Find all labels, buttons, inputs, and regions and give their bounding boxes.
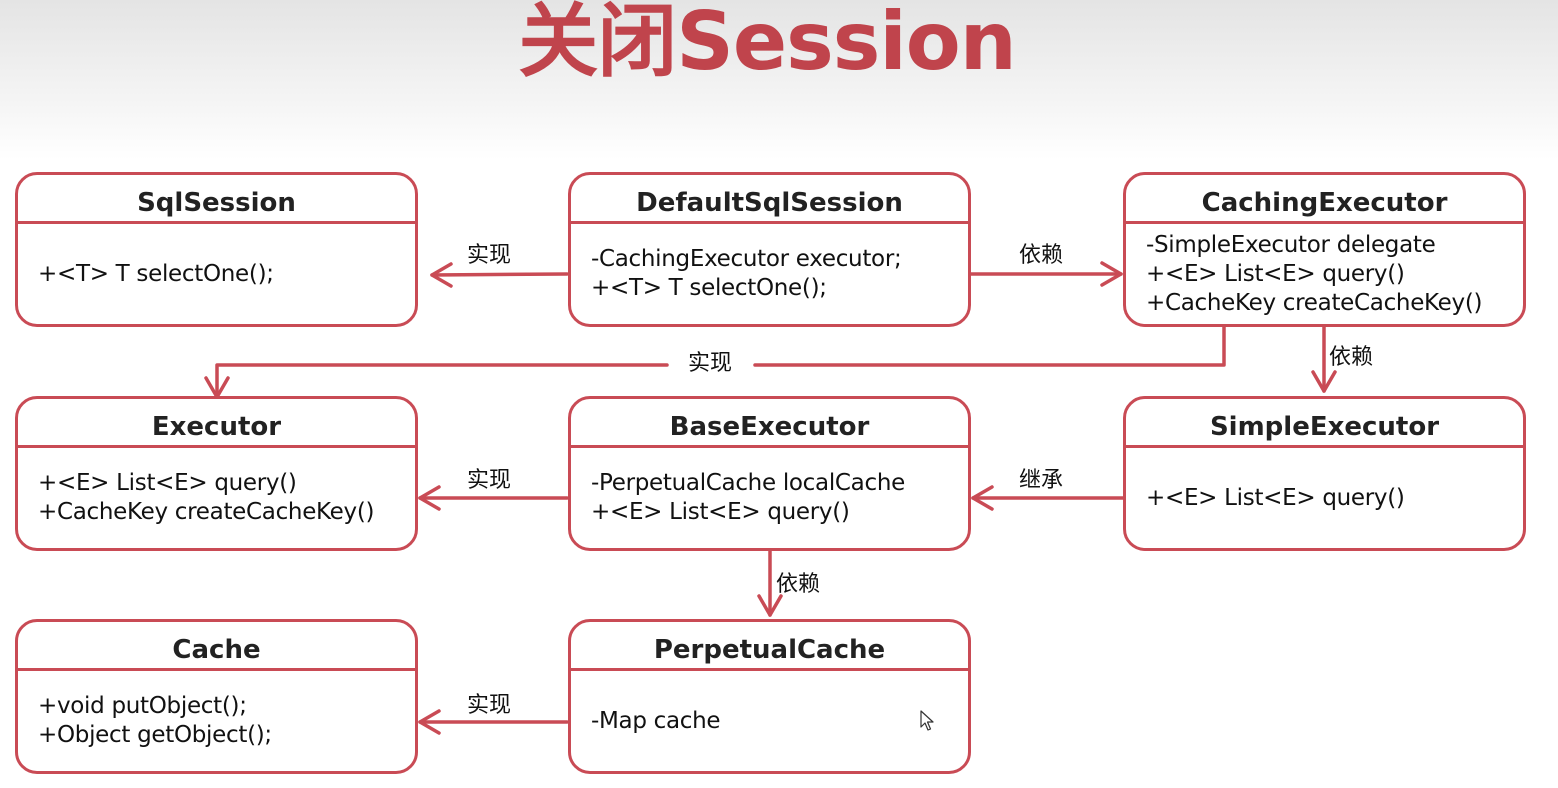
class-members: -PerpetualCache localCache +<E> List<E> … (591, 448, 960, 548)
class-name: SqlSession (18, 175, 415, 224)
class-box-perpetualcache: PerpetualCache -Map cache (568, 619, 971, 774)
relation-label: 实现 (688, 351, 733, 376)
class-name: CachingExecutor (1126, 175, 1523, 224)
class-members: +<E> List<E> query() (1146, 448, 1515, 548)
member: +<E> List<E> query() (1146, 260, 1405, 287)
class-members: +<T> T selectOne(); (38, 224, 407, 324)
class-name: Cache (18, 622, 415, 671)
class-name: BaseExecutor (571, 399, 968, 448)
class-name: DefaultSqlSession (571, 175, 968, 224)
relation-label: 依赖 (776, 572, 821, 597)
member: +<T> T selectOne(); (38, 260, 274, 287)
class-box-sqlsession: SqlSession +<T> T selectOne(); (15, 172, 418, 327)
class-box-baseexecutor: BaseExecutor -PerpetualCache localCache … (568, 396, 971, 551)
class-members: -SimpleExecutor delegate +<E> List<E> qu… (1146, 224, 1515, 324)
member: +CacheKey createCacheKey() (38, 499, 375, 525)
class-box-executor: Executor +<E> List<E> query() +CacheKey … (15, 396, 418, 551)
member: +CacheKey createCacheKey() (1146, 289, 1483, 316)
member: -CachingExecutor executor; (591, 246, 902, 272)
class-box-cache: Cache +void putObject(); +Object getObje… (15, 619, 418, 774)
member: +void putObject(); (38, 693, 247, 719)
member: +Object getObject(); (38, 722, 272, 748)
class-members: -CachingExecutor executor; +<T> T select… (591, 224, 960, 324)
relation-label: 依赖 (1329, 345, 1374, 370)
relation-label: 实现 (467, 243, 512, 268)
relation-label: 实现 (467, 468, 512, 493)
class-members: +<E> List<E> query() +CacheKey createCac… (38, 448, 407, 548)
member: -SimpleExecutor delegate (1146, 231, 1436, 258)
member: +<T> T selectOne(); (591, 275, 827, 301)
class-members: +void putObject(); +Object getObject(); (38, 671, 407, 771)
class-name: SimpleExecutor (1126, 399, 1523, 448)
member: -PerpetualCache localCache (591, 470, 905, 496)
mouse-cursor-icon (920, 710, 934, 731)
class-name: Executor (18, 399, 415, 448)
class-box-cachingexecutor: CachingExecutor -SimpleExecutor delegate… (1123, 172, 1526, 327)
member: +<E> List<E> query() (38, 470, 297, 496)
edge-defaultsqlsession-sqlsession (430, 272, 569, 277)
class-box-defaultsqlsession: DefaultSqlSession -CachingExecutor execu… (568, 172, 971, 327)
member: +<E> List<E> query() (591, 499, 850, 525)
member: +<E> List<E> query() (1146, 484, 1405, 511)
relation-label: 实现 (467, 693, 512, 718)
relation-label: 继承 (1019, 468, 1064, 493)
relation-label: 依赖 (1019, 243, 1064, 268)
class-box-simpleexecutor: SimpleExecutor +<E> List<E> query() (1123, 396, 1526, 551)
member: -Map cache (591, 707, 721, 734)
class-members: -Map cache (591, 671, 960, 771)
class-name: PerpetualCache (571, 622, 968, 671)
